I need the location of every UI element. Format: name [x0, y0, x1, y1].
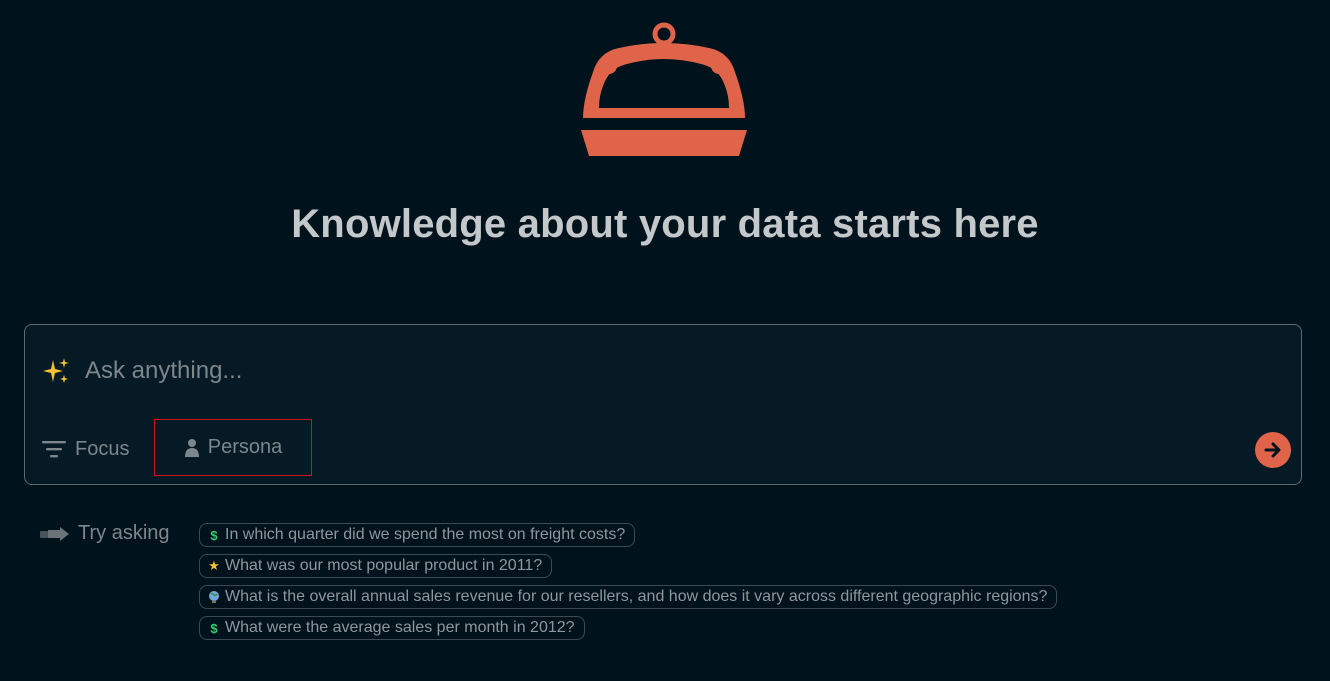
arrow-right-icon — [1264, 442, 1281, 458]
try-asking-label: Try asking — [40, 522, 170, 545]
persona-button[interactable]: Persona — [154, 419, 312, 476]
ask-box: Focus Persona — [24, 324, 1302, 485]
logo-icon — [581, 22, 747, 156]
star-icon: ★ — [208, 558, 220, 573]
suggestion-list: $ In which quarter did we spend the most… — [199, 523, 1058, 640]
persona-label: Persona — [207, 436, 283, 458]
suggestion-text: In which quarter did we spend the most o… — [225, 526, 626, 543]
person-icon — [184, 438, 199, 457]
suggestion-text: What were the average sales per month in… — [225, 619, 575, 636]
suggestion-chip[interactable]: $ In which quarter did we spend the most… — [199, 523, 636, 547]
suggestion-chip[interactable]: ★ What was our most popular product in 2… — [199, 554, 553, 578]
suggestion-chip[interactable]: $ What were the average sales per month … — [199, 616, 585, 640]
page: Knowledge about your data starts here Fo… — [0, 0, 1330, 681]
dollar-icon: $ — [210, 620, 218, 636]
send-button[interactable] — [1255, 432, 1291, 468]
focus-button[interactable]: Focus — [41, 431, 129, 467]
ask-input[interactable] — [85, 353, 1235, 389]
sparkle-icon — [43, 358, 69, 383]
try-asking-text: Try asking — [78, 522, 170, 544]
globe-icon — [207, 590, 221, 604]
pointing-hand-icon — [40, 526, 69, 541]
suggestion-text: What was our most popular product in 201… — [225, 557, 543, 574]
suggestion-chip[interactable]: What is the overall annual sales revenue… — [199, 585, 1058, 609]
suggestion-text: What is the overall annual sales revenue… — [225, 588, 1048, 605]
filter-icon — [42, 441, 66, 458]
page-title: Knowledge about your data starts here — [291, 202, 1039, 246]
dollar-icon: $ — [210, 527, 218, 543]
focus-label: Focus — [75, 437, 130, 460]
